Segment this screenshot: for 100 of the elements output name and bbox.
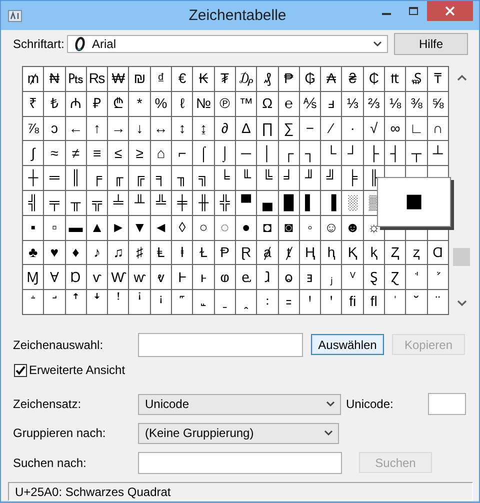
character-cell[interactable]: ₶ bbox=[390, 71, 400, 87]
character-cell[interactable]: ∆ bbox=[242, 120, 250, 136]
character-cell[interactable]: ═ bbox=[49, 170, 60, 186]
unicode-field[interactable] bbox=[428, 393, 466, 415]
character-cell[interactable]: ⅎ bbox=[327, 96, 336, 112]
character-cell[interactable]: ◊ bbox=[178, 220, 186, 236]
character-cell[interactable]: ˍ bbox=[220, 294, 229, 310]
character-cell[interactable]: ⱷ bbox=[220, 270, 230, 285]
character-cell[interactable]: ﬂ bbox=[370, 294, 378, 310]
character-cell[interactable]: → bbox=[111, 120, 126, 136]
character-cell[interactable]: ∙ bbox=[348, 120, 357, 136]
character-cell[interactable]: Ɀ bbox=[391, 270, 400, 285]
character-cell[interactable]: ⅛ bbox=[389, 96, 402, 112]
character-cell[interactable]: ₷ bbox=[411, 71, 422, 87]
character-cell[interactable]: ꜞ bbox=[136, 294, 144, 310]
character-cell[interactable]: ꜘ bbox=[434, 270, 442, 285]
character-cell[interactable]: ⌡ bbox=[220, 146, 230, 161]
character-cell[interactable]: ₼ bbox=[70, 96, 82, 112]
character-cell[interactable]: ┴ bbox=[432, 146, 443, 161]
character-cell[interactable]: ↓ bbox=[136, 120, 144, 136]
character-cell[interactable]: ╘ bbox=[220, 170, 230, 186]
character-cell[interactable]: ╤ bbox=[49, 195, 60, 211]
character-cell[interactable]: ╓ bbox=[113, 170, 124, 186]
selection-field[interactable] bbox=[138, 332, 303, 356]
character-cell[interactable]: √ bbox=[370, 120, 378, 136]
character-cell[interactable]: ● bbox=[242, 220, 250, 236]
group-by-dropdown[interactable]: (Keine Gruppierung) bbox=[138, 422, 339, 444]
character-cell[interactable]: ▪ bbox=[29, 220, 38, 236]
character-cell[interactable]: ₵ bbox=[368, 71, 379, 87]
character-cell[interactable]: ▼ bbox=[132, 220, 147, 236]
character-cell[interactable]: ⱨ bbox=[327, 244, 336, 260]
character-cell[interactable]: ꜛ bbox=[72, 294, 80, 310]
character-cell[interactable]: ↑ bbox=[93, 120, 102, 136]
character-cell[interactable]: ▐ bbox=[326, 195, 336, 211]
character-cell[interactable]: ▲ bbox=[90, 220, 104, 236]
search-field[interactable] bbox=[138, 452, 342, 474]
character-cell[interactable]: ┐ bbox=[305, 146, 315, 161]
character-cell[interactable]: ₸ bbox=[434, 71, 442, 87]
character-cell[interactable]: ▫ bbox=[50, 220, 58, 236]
character-cell[interactable]: ◄ bbox=[154, 220, 168, 236]
scroll-down-icon[interactable] bbox=[456, 300, 467, 307]
character-cell[interactable]: ○ bbox=[199, 220, 208, 236]
charset-dropdown[interactable]: Unicode bbox=[138, 394, 341, 414]
character-cell[interactable]: Ⱳ bbox=[111, 270, 126, 285]
character-cell[interactable]: ꞊ bbox=[284, 294, 293, 310]
character-cell[interactable]: ⌐ bbox=[178, 146, 186, 161]
character-cell[interactable]: ╒ bbox=[92, 170, 102, 186]
character-cell[interactable]: ⱳ bbox=[134, 270, 146, 285]
character-cell[interactable]: ─ bbox=[241, 146, 252, 161]
character-cell[interactable]: ╖ bbox=[177, 170, 188, 186]
character-cell[interactable]: ꞌ bbox=[327, 294, 336, 310]
character-cell[interactable]: ₩ bbox=[112, 71, 125, 87]
character-cell[interactable]: ♪ bbox=[93, 244, 102, 260]
character-cell[interactable]: ∩ bbox=[432, 120, 443, 136]
character-cell[interactable]: ⅓ bbox=[346, 96, 358, 112]
character-cell[interactable]: ╧ bbox=[113, 195, 124, 211]
character-cell[interactable]: ꜙ bbox=[29, 294, 38, 310]
character-cell[interactable]: ◘ bbox=[263, 220, 272, 236]
character-cell[interactable]: ╗ bbox=[198, 170, 208, 186]
character-cell[interactable]: ☻ bbox=[345, 220, 360, 236]
character-cell[interactable]: ┬ bbox=[412, 146, 422, 161]
character-cell[interactable]: Ω bbox=[262, 96, 273, 112]
character-cell[interactable]: ⱡ bbox=[178, 244, 186, 260]
character-cell[interactable]: ╥ bbox=[70, 195, 81, 211]
character-cell[interactable]: ► bbox=[111, 220, 126, 236]
font-dropdown[interactable]: Arial bbox=[67, 35, 388, 53]
character-cell[interactable]: ⱱ bbox=[92, 270, 102, 285]
character-cell[interactable]: ₦ bbox=[49, 71, 60, 87]
character-cell[interactable]: ← bbox=[68, 120, 83, 136]
character-cell[interactable]: ∕ bbox=[327, 120, 336, 136]
character-cell[interactable]: ꞈ bbox=[242, 294, 250, 310]
character-cell[interactable]: ₧ bbox=[68, 71, 84, 87]
character-cell[interactable]: ├ bbox=[368, 146, 379, 161]
character-cell[interactable]: * bbox=[136, 96, 144, 112]
character-cell[interactable]: ╝ bbox=[326, 170, 336, 186]
character-cell[interactable]: ∟ bbox=[410, 120, 424, 136]
character-cell[interactable]: ⱼ bbox=[327, 270, 336, 285]
character-cell[interactable]: ↕ bbox=[178, 120, 186, 136]
character-cell[interactable]: ┤ bbox=[390, 146, 400, 161]
character-cell[interactable]: ꜚ bbox=[50, 294, 58, 310]
character-cell[interactable]: ∂ bbox=[220, 120, 229, 136]
character-cell[interactable]: ₱ bbox=[284, 71, 294, 87]
character-cell[interactable]: ╣ bbox=[28, 195, 38, 211]
character-cell[interactable]: ꜝ bbox=[114, 294, 122, 310]
character-cell[interactable]: ⅝ bbox=[432, 96, 444, 112]
character-cell[interactable]: ⱶ bbox=[200, 270, 208, 285]
character-cell[interactable]: ∏ bbox=[262, 120, 274, 136]
character-cell[interactable]: ¨ bbox=[434, 294, 442, 310]
character-cell[interactable]: █ bbox=[284, 195, 294, 211]
character-cell[interactable]: % bbox=[154, 96, 168, 112]
help-button[interactable]: Hilfe bbox=[394, 33, 468, 55]
character-cell[interactable]: ╙ bbox=[241, 170, 252, 186]
checkbox[interactable] bbox=[14, 364, 27, 376]
character-cell[interactable]: ☺ bbox=[324, 220, 338, 236]
character-cell[interactable]: ₨ bbox=[88, 71, 106, 87]
character-cell[interactable]: ╬ bbox=[220, 195, 230, 211]
character-cell[interactable]: ⱽ bbox=[348, 270, 357, 285]
character-cell[interactable]: № bbox=[196, 96, 212, 112]
character-cell[interactable]: ⱸ bbox=[242, 270, 251, 285]
character-cell[interactable]: ꜡ bbox=[200, 294, 208, 310]
